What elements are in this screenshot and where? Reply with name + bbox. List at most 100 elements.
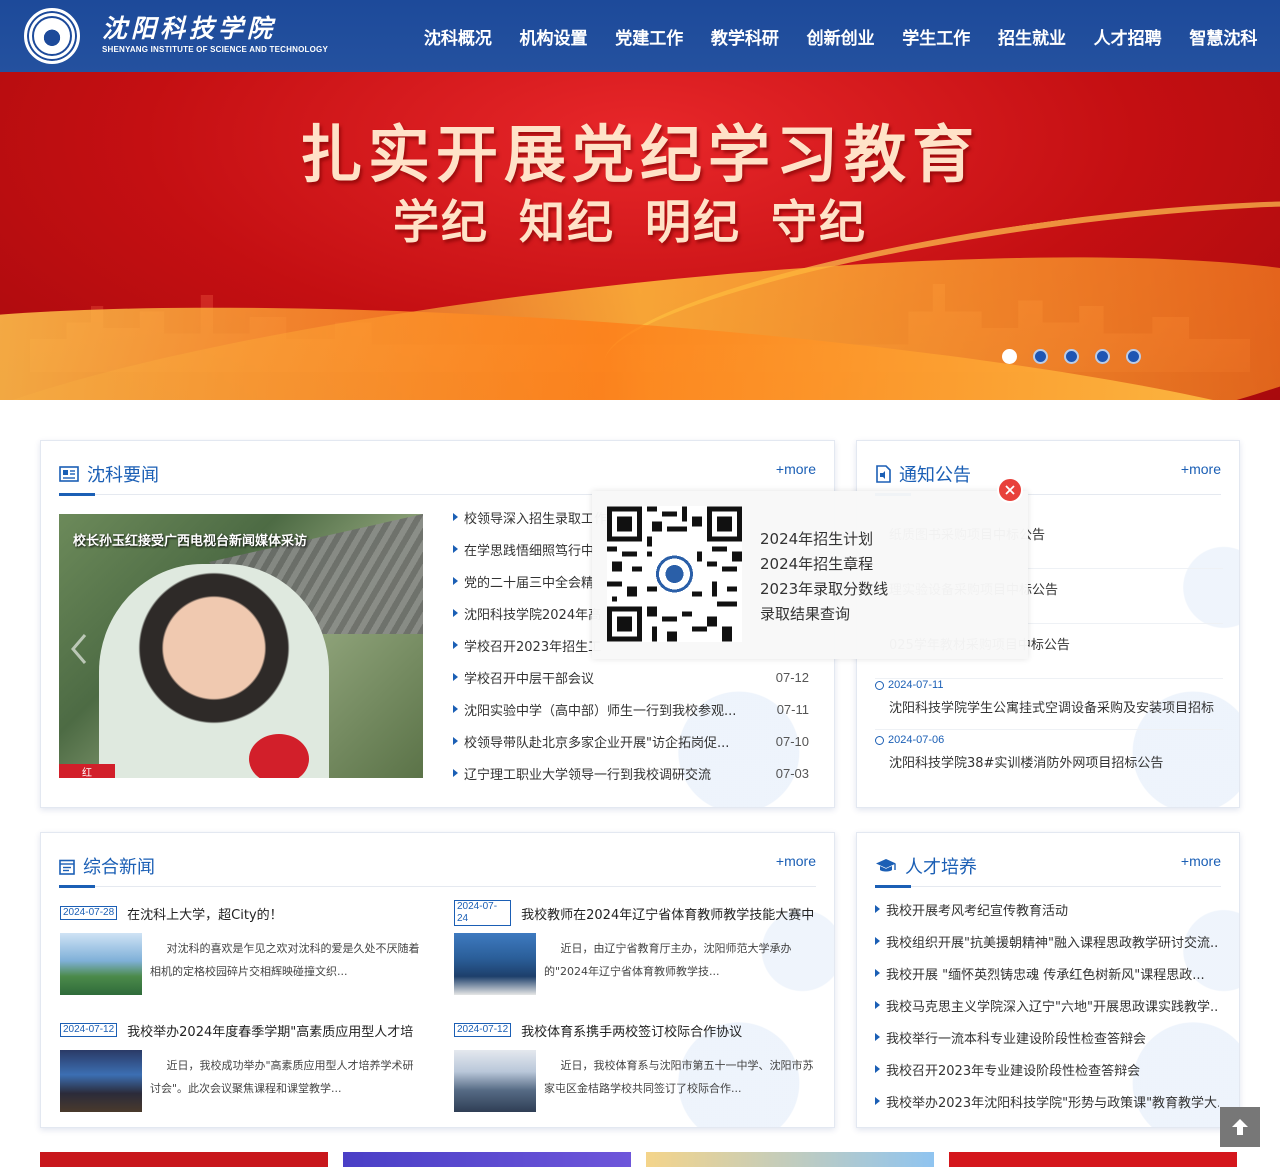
list-item[interactable]: 辽宁理工职业大学领导一行到我校调研交流 07-03 <box>453 757 809 789</box>
list-item[interactable]: 我校开展 "缅怀英烈铸忠魂 传承红色树新风"课程思政... <box>875 957 1219 989</box>
list-item[interactable]: 沈阳实验中学（高中部）师生一行到我校参观... 07-11 <box>453 693 809 725</box>
notice-item[interactable]: 2024-07-11 沈阳科技学院学生公寓挂式空调设备采购及安装项目招标 <box>875 675 1223 730</box>
arrow-up-icon <box>1232 1119 1248 1135</box>
date-tag: 2024-07-28 <box>60 906 118 920</box>
bullet-icon <box>453 737 458 745</box>
notice-date: 2024-07-06 <box>888 734 945 746</box>
nav-item-smart-campus[interactable]: 智慧沈科 <box>1176 24 1272 49</box>
carousel-dot-3[interactable] <box>1064 349 1079 364</box>
nav-item-innovation[interactable]: 创新创业 <box>793 24 889 49</box>
composite-news-item[interactable]: 2024-07-12 我校举办2024年度春季学期"高素质应用型人才培 近日，我校… <box>60 1020 420 1130</box>
talent-list: 我校开展考风考纪宣传教育活动 我校组织开展"抗美援朝精神"融入课程思政教学研讨交… <box>875 893 1219 1117</box>
school-seal-logo[interactable] <box>24 8 80 64</box>
list-item[interactable]: 校领导带队赴北京多家企业开展"访企拓岗促... 07-10 <box>453 725 809 757</box>
list-item[interactable]: 我校举办2023年沈阳科技学院"形势与政策课"教育教学大... <box>875 1085 1219 1117</box>
date-tag: 2024-07-24 <box>454 900 512 926</box>
panel-header: 综合新闻 +more <box>59 843 816 888</box>
bullet-icon <box>875 969 880 977</box>
banner-sub-word: 守纪 <box>771 195 868 249</box>
list-item[interactable]: 我校举行一流本科专业建设阶段性检查答辩会 <box>875 1021 1219 1053</box>
carousel-dot-1[interactable] <box>1002 349 1017 364</box>
graduation-cap-icon <box>876 859 896 872</box>
notice-title: 沈阳科技学院学生公寓挂式空调设备采购及安装项目招标 <box>889 701 1215 716</box>
qr-code-image <box>607 506 742 642</box>
popup-close-button[interactable] <box>997 477 1023 503</box>
news-feature-photo[interactable]: 校长孙玉红接受广西电视台新闻媒体采访 红 <box>59 514 423 778</box>
more-link[interactable]: +more <box>1181 461 1221 477</box>
news-title: 我校体育系携手两校签订校际合作协议 <box>521 1024 743 1040</box>
news-summary: 对沈科的喜欢是乍见之欢对沈科的爱是久处不厌随着相机的定格校园碎片交相辉映碰撞文织… <box>150 942 420 978</box>
bullet-icon <box>875 1001 880 1009</box>
carousel-dot-5[interactable] <box>1126 349 1141 364</box>
banner-sub-word: 学纪 <box>392 195 489 249</box>
bottom-card[interactable] <box>343 1152 631 1167</box>
chevron-left-icon[interactable] <box>69 632 89 666</box>
more-link[interactable]: +more <box>1181 853 1221 869</box>
bullet-icon <box>453 545 458 553</box>
nav-item-teaching-research[interactable]: 教学科研 <box>697 24 793 49</box>
nav-item-overview[interactable]: 沈科概况 <box>410 24 506 49</box>
composite-news-item[interactable]: 2024-07-12 我校体育系携手两校签订校际合作协议 近日，我校体育系与沈阳市… <box>454 1020 814 1130</box>
bottom-card[interactable] <box>646 1152 934 1167</box>
carousel-dot-4[interactable] <box>1095 349 1110 364</box>
news-title: 我校教师在2024年辽宁省体育教师教学技能大赛中 <box>521 907 814 923</box>
bullet-icon <box>453 577 458 585</box>
news-thumbnail[interactable] <box>60 1050 142 1112</box>
panel-title-text: 人才培养 <box>905 857 977 878</box>
date-tag: 2024-07-12 <box>60 1023 118 1037</box>
panel-title: 人才培养 <box>875 853 977 879</box>
news-thumbnail[interactable] <box>454 1050 536 1112</box>
nav-item-recruitment[interactable]: 人才招聘 <box>1080 24 1176 49</box>
newspaper-icon <box>59 466 79 482</box>
more-link[interactable]: +more <box>776 461 816 477</box>
nav-item-student-affairs[interactable]: 学生工作 <box>888 24 984 49</box>
admissions-qr-popup: 2024年招生计划 2024年招生章程 2023年录取分数线 录取结果查询 <box>592 491 1028 659</box>
composite-news-item[interactable]: 2024-07-28 在沈科上大学，超City的！ 对沈科的喜欢是乍见之欢对沈科的… <box>60 903 420 1013</box>
news-title: 在沈科上大学，超City的！ <box>127 907 283 923</box>
bullet-icon <box>875 937 880 945</box>
admissions-link[interactable]: 2024年招生章程 <box>760 552 888 577</box>
news-thumbnail[interactable] <box>454 933 536 995</box>
close-icon <box>1005 485 1015 495</box>
nav-item-party-building[interactable]: 党建工作 <box>601 24 697 49</box>
composite-news-item[interactable]: 2024-07-24 我校教师在2024年辽宁省体育教师教学技能大赛中 近日，由辽… <box>454 900 814 1013</box>
list-item[interactable]: 我校召开2023年专业建设阶段性检查答辩会 <box>875 1053 1219 1085</box>
news-summary: 近日，由辽宁省教育厅主办，沈阳师范大学承办的"2024年辽宁省体育教师教学技..… <box>544 942 792 978</box>
bullet-icon <box>875 1097 880 1105</box>
admissions-link[interactable]: 录取结果查询 <box>760 602 888 627</box>
qr-code <box>607 506 742 642</box>
bottom-card[interactable] <box>949 1152 1237 1167</box>
panel-header: 通知公告 +more <box>875 451 1221 496</box>
admissions-link[interactable]: 2024年招生计划 <box>760 527 888 552</box>
list-item[interactable]: 学校召开中层干部会议 07-12 <box>453 661 809 693</box>
bullet-icon <box>875 905 880 913</box>
panel-header: 沈科要闻 +more <box>59 451 816 496</box>
more-link[interactable]: +more <box>776 853 816 869</box>
logo-english-name: SHENYANG INSTITUTE OF SCIENCE AND TECHNO… <box>102 45 329 54</box>
banner-title: 扎实开展党纪学习教育 <box>299 118 980 191</box>
carousel-dot-2[interactable] <box>1033 349 1048 364</box>
bottom-card[interactable] <box>40 1152 328 1167</box>
bullet-icon <box>453 769 458 777</box>
nav-item-departments[interactable]: 机构设置 <box>506 24 602 49</box>
photo-microphone <box>249 734 309 778</box>
news-thumbnail[interactable] <box>60 933 142 995</box>
list-item[interactable]: 我校组织开展"抗美援朝精神"融入课程思政教学研讨交流... <box>875 925 1219 957</box>
back-to-top-button[interactable] <box>1220 1107 1260 1147</box>
clock-icon <box>875 680 884 690</box>
list-item[interactable]: 我校马克思主义学院深入辽宁"六地"开展思政课实践教学... <box>875 989 1219 1021</box>
school-logo-text[interactable]: 沈阳科技学院 SHENYANG INSTITUTE OF SCIENCE AND… <box>102 14 328 56</box>
nav-item-admissions[interactable]: 招生就业 <box>984 24 1080 49</box>
carousel-dots <box>1002 349 1141 364</box>
date-tag: 2024-07-12 <box>454 1023 512 1037</box>
news-title: 我校举办2024年度春季学期"高素质应用型人才培 <box>127 1024 414 1040</box>
list-item[interactable]: 我校开展考风考纪宣传教育活动 <box>875 893 1219 925</box>
composite-news-panel: 综合新闻 +more 2024-07-28 在沈科上大学，超City的！ 对沈科的… <box>40 832 835 1128</box>
calendar-icon <box>59 859 75 875</box>
main-nav: 沈科概况 机构设置 党建工作 教学科研 创新创业 学生工作 招生就业 人才招聘 … <box>410 0 1271 72</box>
logo-chinese-name: 沈阳科技学院 <box>102 14 277 43</box>
notice-item[interactable]: 2024-07-06 沈阳科技学院38#实训楼消防外网项目招标公告 <box>875 730 1223 785</box>
bullet-icon <box>453 513 458 521</box>
panel-title-text: 综合新闻 <box>83 857 155 878</box>
admissions-link[interactable]: 2023年录取分数线 <box>760 577 888 602</box>
